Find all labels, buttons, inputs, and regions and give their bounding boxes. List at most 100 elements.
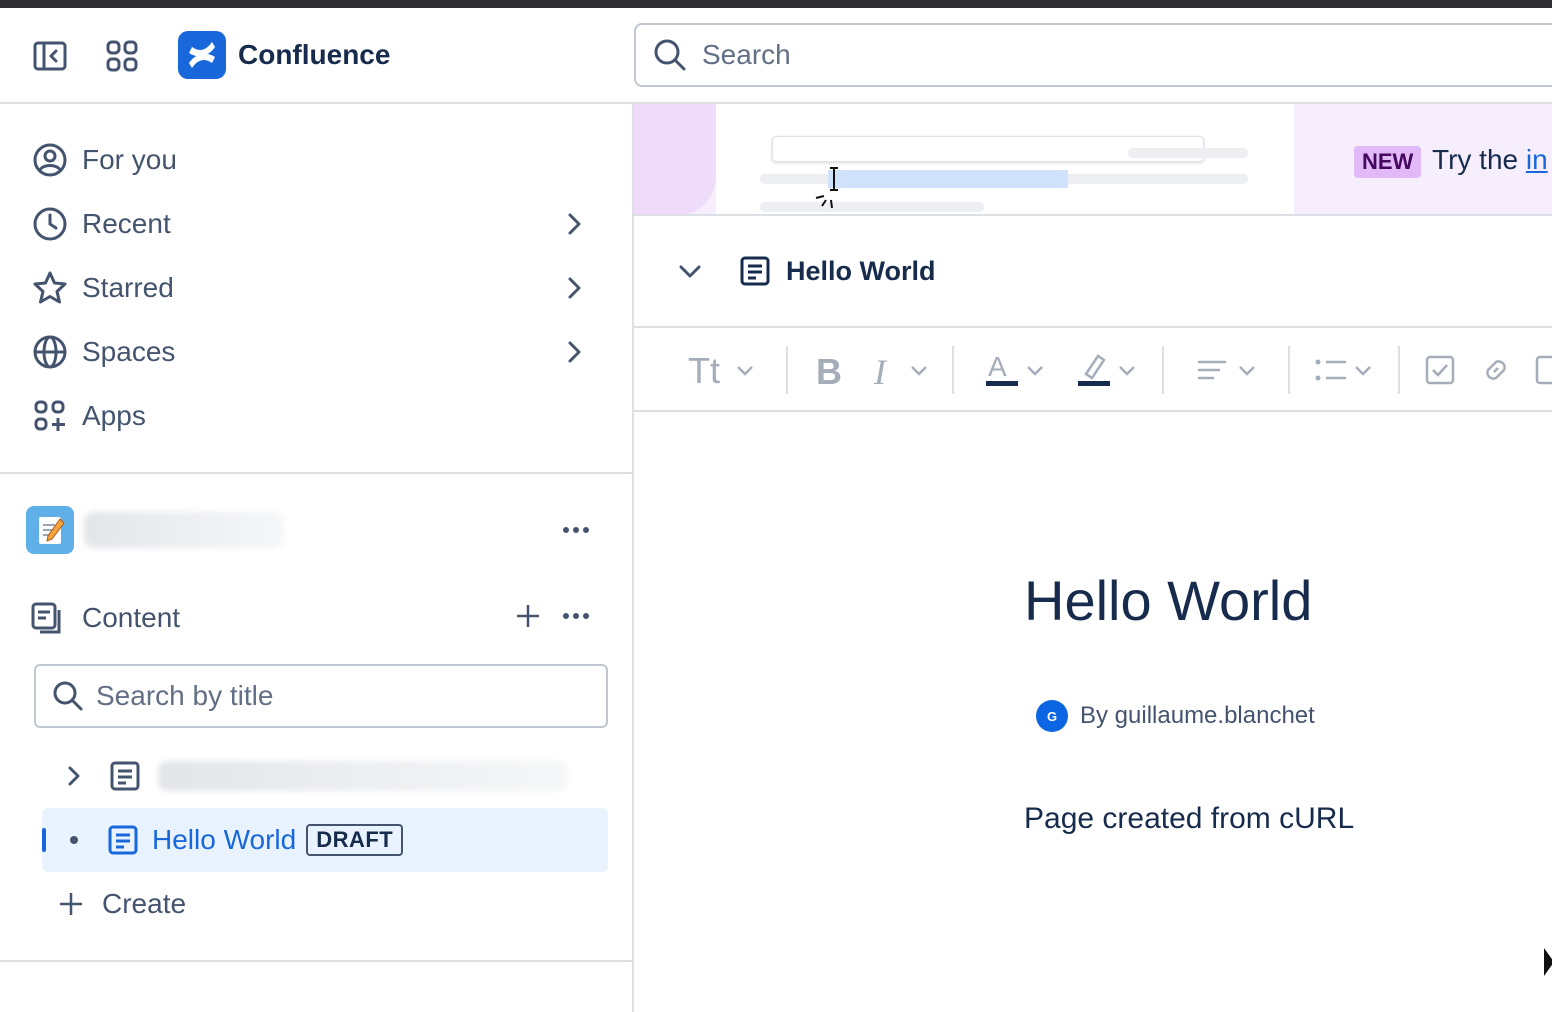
chevron-right-icon[interactable] [558, 336, 590, 368]
sidebar-item-label: Starred [82, 272, 174, 303]
tree-item-selected[interactable]: Hello World DRAFT [42, 808, 608, 872]
search-by-title-placeholder: Search by title [96, 680, 274, 711]
chevron-right-icon[interactable] [558, 208, 590, 240]
cursor-sparkle-icon [815, 167, 838, 209]
text-color-button[interactable]: A [984, 350, 1050, 390]
confluence-logo-icon [189, 42, 215, 68]
more-icon [563, 613, 589, 619]
search-placeholder: Search [702, 39, 791, 70]
highlight-icon [1078, 354, 1135, 386]
page-title-redacted [158, 761, 568, 791]
bold-button[interactable]: B [814, 350, 844, 390]
toolbar-divider [1398, 346, 1400, 394]
user-circle-icon [30, 140, 70, 180]
banner-text: Try the in [1432, 144, 1548, 176]
sidebar-item-apps[interactable]: Apps [30, 390, 600, 442]
banner-link[interactable]: in [1526, 144, 1548, 175]
byline: G By guillaume.blanchet [1036, 700, 1315, 732]
editor-toolbar: Tt B I A [634, 330, 1552, 412]
sidebar-divider [0, 960, 632, 962]
mouse-pointer-icon [1544, 948, 1552, 976]
global-search-input[interactable]: Search [634, 23, 1552, 87]
checkbox-button[interactable] [1424, 350, 1456, 390]
page-link-hello-world[interactable]: Hello World [152, 824, 296, 856]
bullet-icon [70, 836, 78, 844]
svg-text:B: B [816, 351, 842, 390]
document-title[interactable]: Hello World [1024, 568, 1312, 633]
page-icon [740, 256, 770, 286]
create-button[interactable]: Create [58, 880, 186, 928]
highlight-button[interactable] [1076, 350, 1142, 390]
toolbar-divider [786, 346, 788, 394]
search-by-title-input[interactable]: Search by title [34, 664, 608, 728]
globe-icon [30, 332, 70, 372]
illustration-line [1128, 148, 1248, 158]
sidebar-item-recent[interactable]: Recent [30, 198, 600, 250]
link-button[interactable] [1480, 350, 1512, 390]
list-button[interactable] [1314, 350, 1378, 390]
svg-text:Tt: Tt [688, 350, 720, 390]
toolbar-divider [1162, 346, 1164, 394]
confluence-logo[interactable] [178, 31, 226, 79]
italic-icon: I [873, 352, 927, 390]
banner-illustration [716, 104, 1294, 214]
space-name-redacted[interactable] [84, 512, 284, 548]
sidebar-item-starred[interactable]: Starred [30, 262, 600, 314]
promo-banner[interactable]: NEW Try the in [634, 104, 1552, 216]
link-icon [1486, 360, 1506, 380]
page-icon [108, 825, 138, 855]
align-button[interactable] [1196, 350, 1260, 390]
app-switcher-button[interactable] [98, 32, 146, 80]
chevron-right-icon[interactable] [60, 762, 88, 790]
search-icon [654, 39, 686, 71]
illustration-highlight [828, 170, 1068, 188]
banner-decoration [634, 104, 716, 214]
sidebar: For you Recent Starred Spaces Apps Conte… [0, 104, 634, 1012]
space-avatar[interactable] [26, 506, 74, 554]
star-icon [30, 268, 70, 308]
image-icon [1535, 355, 1552, 385]
sidebar-item-label: Recent [82, 208, 171, 239]
apps-add-icon [30, 396, 70, 436]
list-icon [1315, 359, 1371, 381]
space-more-button[interactable] [556, 510, 596, 550]
tree-item[interactable] [42, 744, 608, 808]
checkbox-icon [1425, 355, 1455, 385]
chevron-right-icon[interactable] [558, 272, 590, 304]
align-icon [1198, 360, 1255, 380]
content-more-button[interactable] [556, 596, 596, 636]
content-pages-icon [31, 602, 61, 634]
toolbar-divider [1288, 346, 1290, 394]
document-body[interactable]: Page created from cURL [1024, 802, 1354, 836]
italic-button[interactable]: I [872, 350, 936, 390]
add-content-button[interactable] [508, 596, 548, 636]
sidebar-divider [0, 472, 632, 474]
sidebar-toggle-icon [33, 41, 67, 71]
create-label: Create [102, 888, 187, 919]
byline-text: By guillaume.blanchet [1080, 702, 1315, 729]
plus-icon [517, 605, 539, 627]
bold-icon: B [816, 351, 842, 390]
top-header: Confluence Search [0, 8, 1552, 104]
sidebar-item-spaces[interactable]: Spaces [30, 326, 600, 378]
more-icon [563, 527, 589, 533]
page-icon [110, 761, 140, 791]
plus-icon [60, 893, 82, 915]
banner-text-prefix: Try the [1432, 144, 1526, 175]
sidebar-toggle-button[interactable] [26, 32, 74, 80]
app-title[interactable]: Confluence [238, 39, 390, 71]
toolbar-divider [952, 346, 954, 394]
sidebar-item-label: Spaces [82, 336, 176, 367]
page-header-title[interactable]: Hello World [786, 256, 936, 287]
text-style-button[interactable]: Tt [688, 350, 760, 390]
svg-text:A: A [988, 351, 1007, 382]
app-switcher-icon [106, 40, 138, 72]
author-avatar[interactable]: G [1036, 700, 1068, 732]
sidebar-item-for-you[interactable]: For you [30, 134, 600, 186]
notepad-icon [39, 517, 65, 544]
main-content: NEW Try the in Hello World Tt B I A Hell… [634, 104, 1552, 1012]
text-style-icon: Tt [688, 350, 753, 390]
chevron-down-icon[interactable] [676, 257, 704, 285]
new-badge: NEW [1354, 146, 1422, 178]
image-button[interactable] [1534, 350, 1552, 390]
